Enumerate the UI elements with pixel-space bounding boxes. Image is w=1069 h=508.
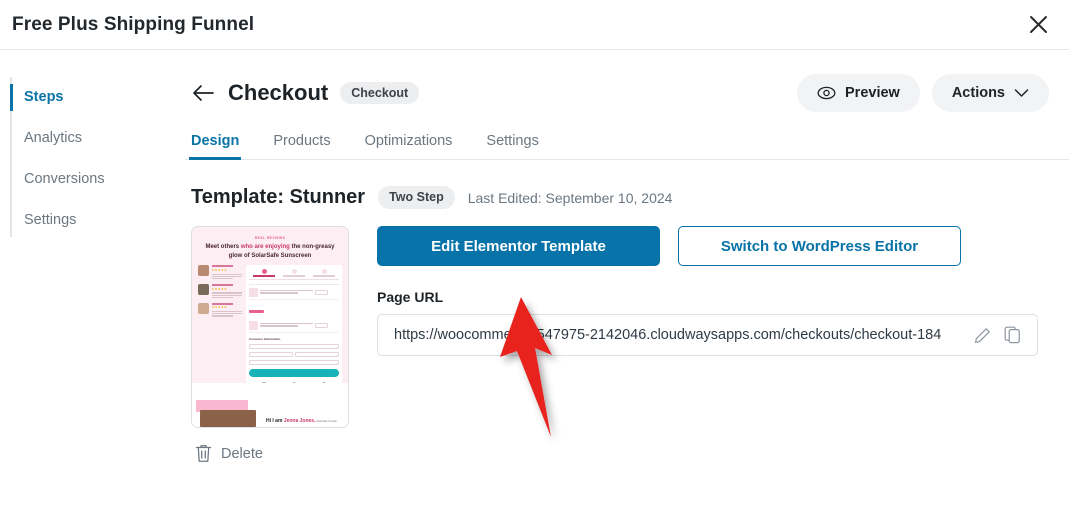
header-actions: Preview Actions [797,74,1049,112]
thumb-headline-emphasis: who are enjoying [240,244,292,250]
preview-button[interactable]: Preview [797,74,920,112]
template-content-row: REAL REVIEWS Meet others who are enjoyin… [185,209,1069,463]
eye-icon [817,86,836,100]
thumb-sig-name: Jenna Jones, [283,418,316,424]
page-url-label: Page URL [377,289,444,305]
actions-button[interactable]: Actions [931,74,1049,112]
thumb-section-label: Customer Information [249,337,281,342]
thumb-testimonials: ★★★★★ ★★★★★ ★★★★★ [198,265,242,392]
thumb-cta-button [249,369,339,378]
app-title: Free Plus Shipping Funnel [12,13,255,35]
copy-url-button[interactable] [997,320,1027,350]
sidebar: Steps Analytics Conversions Settings [0,50,185,508]
page-header: Checkout Checkout Preview Actions [185,74,1069,112]
delete-template-button[interactable]: Delete [191,444,349,463]
tab-products[interactable]: Products [273,133,330,159]
delete-label: Delete [221,445,263,462]
thumb-sig-post: SolarSafe founder [315,420,338,423]
switch-to-wordpress-editor-button[interactable]: Switch to WordPress Editor [678,226,961,266]
thumb-sig-pre: Hi I am [266,418,284,424]
tab-label: Optimizations [364,133,453,149]
template-actions-column: Edit Elementor Template Switch to WordPr… [377,226,1069,463]
template-type-badge: Two Step [378,186,455,209]
sidebar-item-label: Settings [24,212,77,228]
sidebar-item-steps[interactable]: Steps [0,77,185,118]
thumb-headline: Meet others who are enjoying the non-gre… [198,243,342,260]
template-header: Template: Stunner Two Step Last Edited: … [185,160,1069,209]
page-body: Steps Analytics Conversions Settings Che… [0,50,1069,508]
edit-elementor-template-button[interactable]: Edit Elementor Template [377,226,660,266]
copy-icon [1004,326,1020,344]
trash-icon [195,445,212,462]
close-icon [1029,16,1047,33]
sidebar-item-conversions[interactable]: Conversions [0,159,185,200]
editor-button-row: Edit Elementor Template Switch to WordPr… [377,226,1051,266]
preview-label: Preview [845,85,900,101]
thumb-eyebrow: REAL REVIEWS [254,236,286,240]
template-thumbnail-column: REAL REVIEWS Meet others who are enjoyin… [191,226,349,463]
main-content: Checkout Checkout Preview Actions Design… [185,50,1069,508]
step-type-badge: Checkout [340,81,420,105]
template-last-edited: Last Edited: September 10, 2024 [467,189,673,206]
window-title-bar: Free Plus Shipping Funnel [0,0,1069,50]
arrow-left-icon [193,85,214,101]
tab-design[interactable]: Design [188,133,242,160]
thumb-checkout-form: Customer Information ⛉ ✆ ⚑ [246,265,342,393]
sidebar-item-label: Steps [24,89,64,105]
edit-url-button[interactable] [967,320,997,350]
page-url-field[interactable] [377,314,1038,356]
sidebar-item-settings[interactable]: Settings [0,200,185,241]
tab-optimizations[interactable]: Optimizations [365,133,453,159]
template-title: Template: Stunner [191,186,366,208]
close-button[interactable] [1023,10,1053,40]
tab-label: Products [273,133,331,149]
sidebar-item-analytics[interactable]: Analytics [0,118,185,159]
actions-label: Actions [951,85,1005,101]
template-thumbnail[interactable]: REAL REVIEWS Meet others who are enjoyin… [191,226,349,428]
tab-bar: Design Products Optimizations Settings [185,133,1069,160]
chevron-down-icon [1014,89,1029,97]
tab-label: Settings [486,133,539,149]
sidebar-item-label: Conversions [24,171,105,187]
tab-label: Design [191,133,240,149]
thumb-headline-part1: Meet others [205,244,241,250]
tab-settings[interactable]: Settings [486,133,538,159]
pencil-icon [974,327,990,343]
page-url-input[interactable] [394,327,967,343]
page-title: Checkout [228,80,329,105]
sidebar-item-label: Analytics [24,130,83,146]
thumb-founder-signature: Hi I am Jenna Jones, SolarSafe founder [266,418,337,424]
back-button[interactable] [190,80,216,106]
